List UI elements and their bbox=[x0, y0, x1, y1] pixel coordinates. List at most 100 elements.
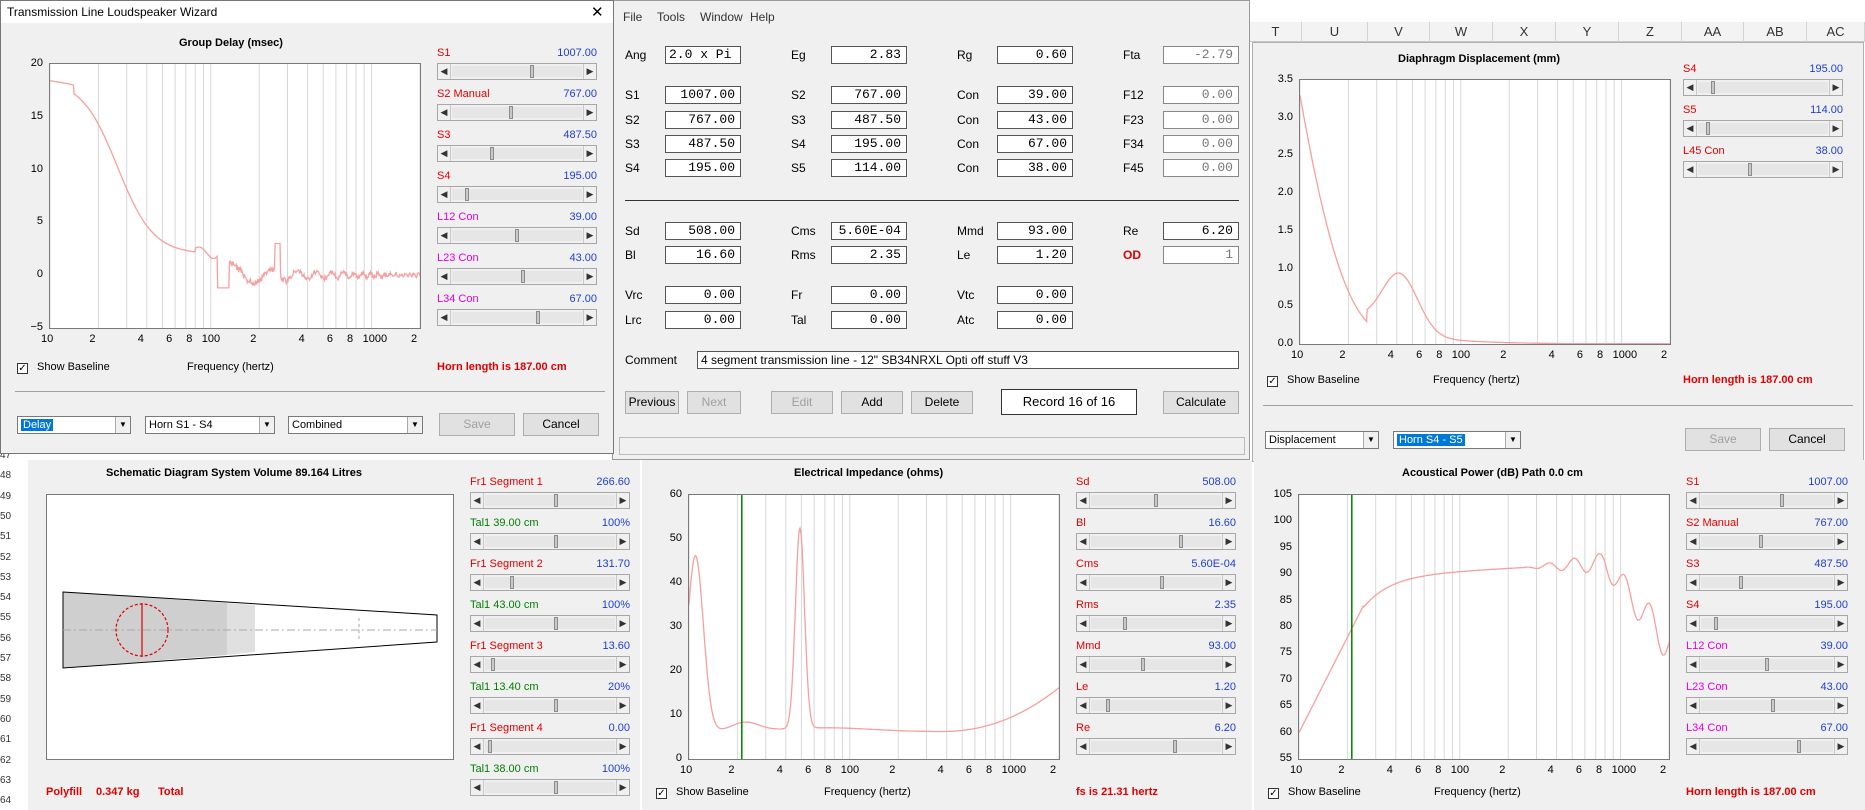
mode-combo[interactable]: Combined ▼ bbox=[288, 416, 423, 434]
edit-button[interactable]: Edit bbox=[771, 391, 833, 414]
slider-thumb[interactable] bbox=[1173, 740, 1177, 753]
arrow-right-icon[interactable]: ▶ bbox=[1834, 534, 1847, 549]
slider-thumb[interactable] bbox=[554, 781, 558, 794]
arrow-right-icon[interactable]: ▶ bbox=[583, 310, 596, 325]
param-field[interactable]: 6.20 bbox=[1163, 222, 1239, 240]
cancel-button[interactable]: Cancel bbox=[523, 413, 599, 436]
param-field[interactable]: 1.20 bbox=[997, 246, 1073, 264]
arrow-right-icon[interactable]: ▶ bbox=[616, 616, 629, 631]
arrow-right-icon[interactable]: ▶ bbox=[583, 105, 596, 120]
arrow-left-icon[interactable]: ◀ bbox=[1077, 657, 1090, 672]
arrow-left-icon[interactable]: ◀ bbox=[1077, 698, 1090, 713]
slider-thumb[interactable] bbox=[1154, 494, 1158, 507]
slider-thumb[interactable] bbox=[1748, 163, 1752, 176]
row-header[interactable]: 59 bbox=[0, 694, 18, 705]
menu-item-help[interactable]: Help bbox=[750, 10, 775, 24]
slider-scrollbar[interactable]: ◀ ▶ bbox=[470, 492, 630, 509]
param-field[interactable]: 487.50 bbox=[831, 111, 907, 129]
row-header[interactable]: 52 bbox=[0, 552, 18, 563]
column-header[interactable]: Y bbox=[1556, 22, 1619, 42]
arrow-right-icon[interactable]: ▶ bbox=[616, 739, 629, 754]
column-header[interactable]: W bbox=[1430, 22, 1493, 42]
menu-item-window[interactable]: Window bbox=[700, 10, 743, 24]
param-field[interactable]: 508.00 bbox=[665, 222, 741, 240]
param-field[interactable]: 0.00 bbox=[831, 286, 907, 304]
show-baseline-checkbox[interactable]: ✓ bbox=[1267, 376, 1278, 387]
arrow-right-icon[interactable]: ▶ bbox=[616, 657, 629, 672]
slider-thumb[interactable] bbox=[554, 494, 558, 507]
param-field[interactable]: 0.00 bbox=[665, 311, 741, 329]
slider-scrollbar[interactable]: ◀ ▶ bbox=[470, 574, 630, 591]
arrow-left-icon[interactable]: ◀ bbox=[1077, 493, 1090, 508]
arrow-left-icon[interactable]: ◀ bbox=[1684, 162, 1697, 177]
arrow-left-icon[interactable]: ◀ bbox=[471, 575, 484, 590]
column-header[interactable]: AC bbox=[1807, 22, 1865, 42]
slider-thumb[interactable] bbox=[509, 106, 513, 119]
slider-scrollbar[interactable]: ◀ ▶ bbox=[437, 309, 597, 326]
delete-button[interactable]: Delete bbox=[911, 391, 973, 414]
displacement-horn-combo[interactable]: Horn S4 - S5 ▼ bbox=[1393, 431, 1521, 449]
slider-scrollbar[interactable]: ◀ ▶ bbox=[1076, 697, 1236, 714]
arrow-left-icon[interactable]: ◀ bbox=[471, 657, 484, 672]
arrow-right-icon[interactable]: ▶ bbox=[1834, 739, 1847, 754]
arrow-right-icon[interactable]: ▶ bbox=[616, 698, 629, 713]
arrow-left-icon[interactable]: ◀ bbox=[438, 310, 451, 325]
arrow-right-icon[interactable]: ▶ bbox=[1834, 616, 1847, 631]
slider-scrollbar[interactable]: ◀ ▶ bbox=[1686, 615, 1848, 632]
arrow-left-icon[interactable]: ◀ bbox=[438, 228, 451, 243]
param-field[interactable]: 0.00 bbox=[1163, 86, 1239, 104]
param-field[interactable]: 93.00 bbox=[997, 222, 1073, 240]
arrow-right-icon[interactable]: ▶ bbox=[1222, 493, 1235, 508]
param-field[interactable]: 767.00 bbox=[665, 111, 741, 129]
slider-scrollbar[interactable]: ◀ ▶ bbox=[1686, 492, 1848, 509]
displacement-cancel-button[interactable]: Cancel bbox=[1769, 428, 1845, 451]
slider-scrollbar[interactable]: ◀ ▶ bbox=[470, 533, 630, 550]
arrow-left-icon[interactable]: ◀ bbox=[1077, 534, 1090, 549]
column-header[interactable]: AA bbox=[1682, 22, 1744, 42]
arrow-right-icon[interactable]: ▶ bbox=[1834, 575, 1847, 590]
arrow-left-icon[interactable]: ◀ bbox=[438, 146, 451, 161]
arrow-right-icon[interactable]: ▶ bbox=[583, 269, 596, 284]
arrow-left-icon[interactable]: ◀ bbox=[1687, 534, 1700, 549]
param-field[interactable]: 67.00 bbox=[997, 135, 1073, 153]
slider-thumb[interactable] bbox=[1780, 494, 1784, 507]
arrow-right-icon[interactable]: ▶ bbox=[1829, 162, 1842, 177]
column-header[interactable]: T bbox=[1250, 22, 1302, 42]
arrow-left-icon[interactable]: ◀ bbox=[1687, 616, 1700, 631]
arrow-right-icon[interactable]: ▶ bbox=[1222, 739, 1235, 754]
slider-thumb[interactable] bbox=[1179, 535, 1183, 548]
slider-scrollbar[interactable]: ◀ ▶ bbox=[1076, 574, 1236, 591]
param-field[interactable]: 487.50 bbox=[665, 135, 741, 153]
arrow-left-icon[interactable]: ◀ bbox=[471, 534, 484, 549]
arrow-right-icon[interactable]: ▶ bbox=[1222, 698, 1235, 713]
slider-thumb[interactable] bbox=[1711, 81, 1715, 94]
param-field[interactable]: 2.35 bbox=[831, 246, 907, 264]
slider-thumb[interactable] bbox=[530, 65, 534, 78]
slider-thumb[interactable] bbox=[1771, 699, 1775, 712]
slider-thumb[interactable] bbox=[1739, 576, 1743, 589]
slider-scrollbar[interactable]: ◀ ▶ bbox=[1686, 656, 1848, 673]
param-field[interactable]: 0.00 bbox=[997, 311, 1073, 329]
param-field[interactable]: 43.00 bbox=[997, 111, 1073, 129]
slider-scrollbar[interactable]: ◀ ▶ bbox=[437, 186, 597, 203]
param-field[interactable]: 38.00 bbox=[997, 159, 1073, 177]
slider-thumb[interactable] bbox=[488, 740, 492, 753]
arrow-left-icon[interactable]: ◀ bbox=[1687, 575, 1700, 590]
menu-item-file[interactable]: File bbox=[623, 10, 642, 24]
param-field[interactable]: 0.00 bbox=[665, 286, 741, 304]
horn-combo[interactable]: Horn S1 - S4 ▼ bbox=[145, 416, 275, 434]
slider-thumb[interactable] bbox=[490, 147, 494, 160]
arrow-right-icon[interactable]: ▶ bbox=[583, 146, 596, 161]
slider-thumb[interactable] bbox=[1759, 535, 1763, 548]
comment-field[interactable]: 4 segment transmission line - 12" SB34NR… bbox=[697, 351, 1239, 369]
slider-thumb[interactable] bbox=[1797, 740, 1801, 753]
arrow-left-icon[interactable]: ◀ bbox=[1687, 698, 1700, 713]
param-field[interactable]: 2.0 x Pi bbox=[665, 46, 741, 64]
slider-scrollbar[interactable]: ◀ ▶ bbox=[437, 104, 597, 121]
param-field[interactable]: 0.00 bbox=[997, 286, 1073, 304]
slider-thumb[interactable] bbox=[1160, 576, 1164, 589]
arrow-right-icon[interactable]: ▶ bbox=[1222, 575, 1235, 590]
slider-scrollbar[interactable]: ◀ ▶ bbox=[437, 63, 597, 80]
slider-thumb[interactable] bbox=[536, 311, 540, 324]
menu-item-tools[interactable]: Tools bbox=[657, 10, 685, 24]
